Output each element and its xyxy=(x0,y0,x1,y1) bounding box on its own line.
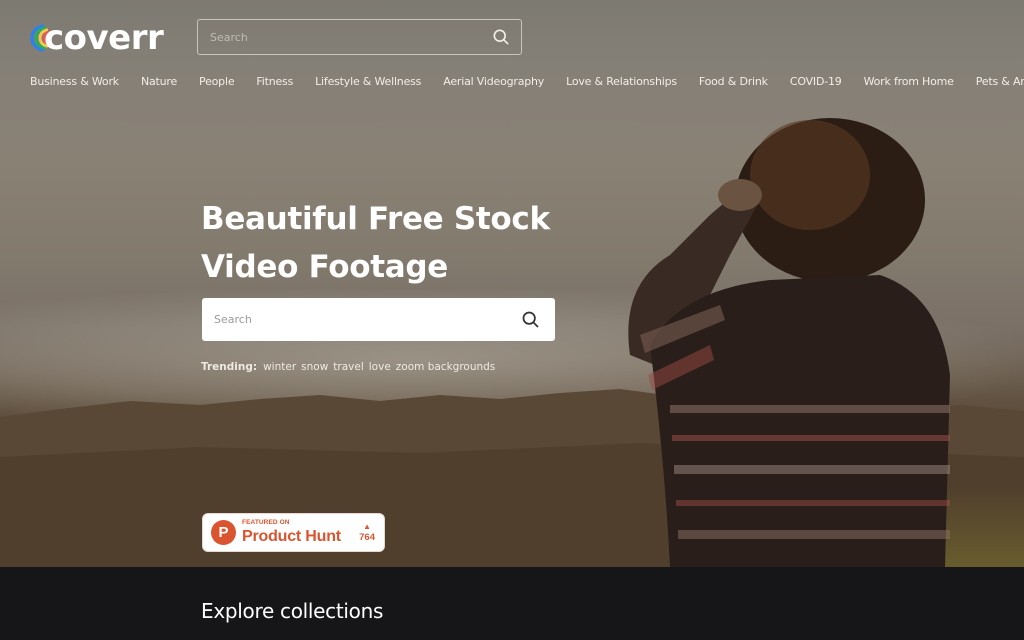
hero-background-person xyxy=(628,118,950,567)
explore-collections-section: Explore collections xyxy=(0,567,1024,640)
explore-collections-title: Explore collections xyxy=(201,599,384,623)
search-icon[interactable] xyxy=(491,27,511,47)
coverr-logo[interactable]: coverr xyxy=(28,18,164,58)
logo-text: coverr xyxy=(44,18,164,58)
product-hunt-text: FEATURED ON Product Hunt xyxy=(242,520,341,545)
trending-tag-winter[interactable]: winter xyxy=(263,361,296,373)
nav-item-covid-19[interactable]: COVID-19 xyxy=(790,74,842,90)
nav-item-fitness[interactable]: Fitness xyxy=(256,74,293,90)
trending-tag-snow[interactable]: snow xyxy=(301,361,328,373)
upvote-arrow-icon: ▲ xyxy=(363,521,372,531)
featured-on-label: FEATURED ON xyxy=(242,519,290,527)
hero-search-input[interactable] xyxy=(214,313,520,326)
product-hunt-badge[interactable]: P FEATURED ON Product Hunt ▲ 764 xyxy=(202,513,385,552)
trending-tag-travel[interactable]: travel xyxy=(333,361,363,373)
product-hunt-logo-icon: P xyxy=(211,520,236,545)
nav-item-people[interactable]: People xyxy=(199,74,235,90)
trending-tag-zoom-backgrounds[interactable]: zoom backgrounds xyxy=(396,361,496,373)
nav-item-pets-animals[interactable]: Pets & Animals xyxy=(976,74,1024,90)
header-search-input[interactable] xyxy=(210,30,491,44)
nav-item-work-from-home[interactable]: Work from Home xyxy=(864,74,954,90)
product-hunt-name: Product Hunt xyxy=(242,527,341,545)
hero-title-line2: Video Footage xyxy=(201,249,448,285)
nav-item-business-work[interactable]: Business & Work xyxy=(30,74,119,90)
hero-title: Beautiful Free Stock Video Footage xyxy=(201,195,621,291)
product-hunt-votes: ▲ 764 xyxy=(359,522,375,544)
category-nav: Business & Work Nature People Fitness Li… xyxy=(30,74,1024,90)
header-search-box[interactable] xyxy=(197,19,522,55)
hero-title-line1: Beautiful Free Stock xyxy=(201,201,550,237)
search-icon[interactable] xyxy=(520,309,541,330)
nav-item-nature[interactable]: Nature xyxy=(141,74,177,90)
nav-item-aerial-videography[interactable]: Aerial Videography xyxy=(443,74,544,90)
trending-tags: Trending: winter snow travel love zoom b… xyxy=(201,361,500,373)
trending-tag-love[interactable]: love xyxy=(369,361,391,373)
nav-item-food-drink[interactable]: Food & Drink xyxy=(699,74,768,90)
nav-item-lifestyle-wellness[interactable]: Lifestyle & Wellness xyxy=(315,74,421,90)
trending-label: Trending: xyxy=(201,361,258,373)
vote-count: 764 xyxy=(359,531,375,543)
hero-search-box[interactable] xyxy=(202,298,555,341)
nav-item-love-relationships[interactable]: Love & Relationships xyxy=(566,74,677,90)
